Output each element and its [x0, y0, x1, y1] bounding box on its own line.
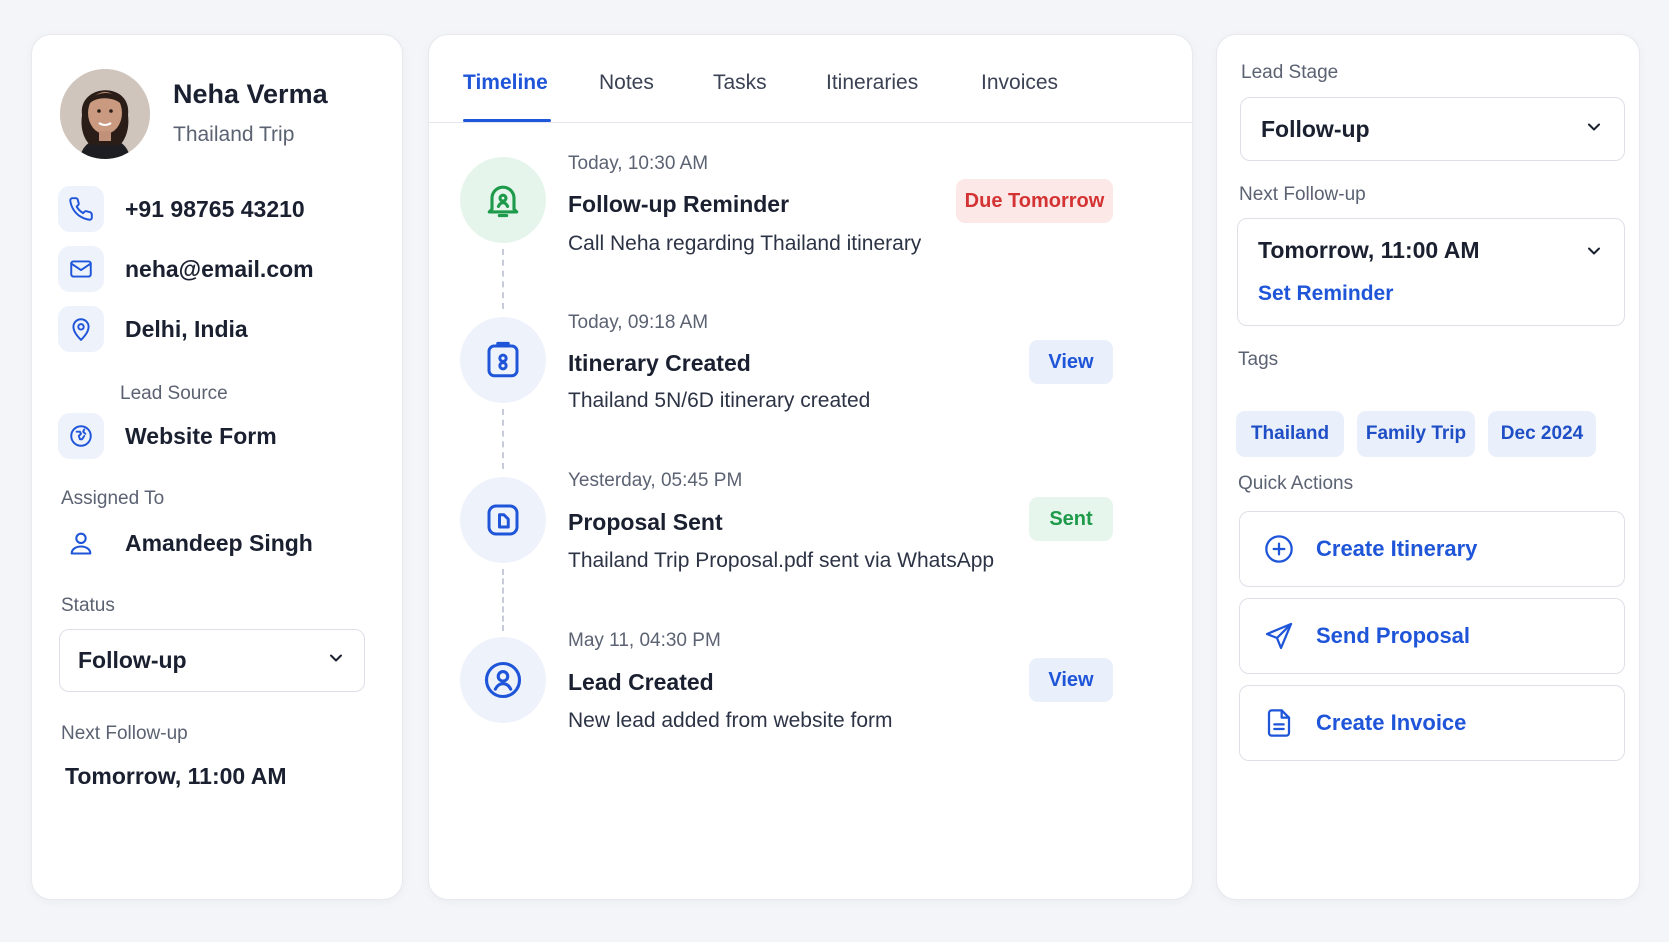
plus-circle-icon: [1262, 532, 1296, 566]
lead-details-card: Lead Stage Follow-up Next Follow-up Tomo…: [1216, 34, 1640, 900]
bell-icon: [460, 157, 546, 243]
lead-stage-label: Lead Stage: [1241, 62, 1339, 83]
lead-profile-card: Neha Verma Thailand Trip +91 98765 43210…: [31, 34, 403, 900]
lead-source-row: Website Form: [58, 413, 277, 459]
timeline-title: Lead Created: [568, 669, 714, 695]
timeline-connector: [502, 409, 504, 469]
next-followup-label: Next Follow-up: [1239, 184, 1366, 205]
timeline-connector: [502, 249, 504, 309]
timeline-title: Itinerary Created: [568, 350, 751, 376]
itinerary-icon: [460, 317, 546, 403]
chevron-down-icon: [326, 648, 346, 673]
next-followup-value: Tomorrow, 11:00 AM: [65, 763, 287, 789]
lead-trip: Thailand Trip: [173, 123, 295, 146]
timeline-title: Follow-up Reminder: [568, 191, 790, 217]
lead-stage-dropdown[interactable]: Follow-up: [1240, 97, 1625, 161]
timeline-connector: [502, 569, 504, 631]
tab-bar: Timeline Notes Tasks Itineraries Invoice…: [429, 35, 1192, 123]
sent-badge: Sent: [1029, 497, 1113, 541]
send-icon: [1262, 619, 1296, 653]
timeline-time: Today, 10:30 AM: [568, 153, 709, 174]
timeline-description: Thailand 5N/6D itinerary created: [568, 389, 871, 412]
set-reminder-link[interactable]: Set Reminder: [1258, 282, 1480, 306]
timeline-time: Today, 09:18 AM: [568, 312, 709, 333]
mail-icon: [58, 246, 104, 292]
phone-number: +91 98765 43210: [125, 195, 305, 222]
send-proposal-label: Send Proposal: [1316, 623, 1471, 648]
assigned-to-value: Amandeep Singh: [125, 529, 313, 556]
create-invoice-button[interactable]: Create Invoice: [1239, 685, 1625, 761]
tab-invoices[interactable]: Invoices: [981, 71, 1058, 95]
lead-stage-selected: Follow-up: [1261, 115, 1370, 142]
view-button[interactable]: View: [1029, 340, 1113, 384]
view-button[interactable]: View: [1029, 658, 1113, 702]
chevron-down-icon: [1584, 219, 1604, 266]
send-proposal-button[interactable]: Send Proposal: [1239, 598, 1625, 674]
active-tab-indicator: [463, 119, 551, 122]
tab-tasks[interactable]: Tasks: [713, 71, 767, 95]
phone-row[interactable]: +91 98765 43210: [58, 186, 305, 232]
phone-icon: [58, 186, 104, 232]
next-followup-dropdown[interactable]: Tomorrow, 11:00 AM Set Reminder: [1237, 218, 1625, 326]
user-icon: [58, 520, 104, 566]
tag-chip[interactable]: Family Trip: [1357, 411, 1475, 457]
status-selected: Follow-up: [78, 647, 187, 673]
status-label: Status: [61, 595, 115, 616]
timeline-time: May 11, 04:30 PM: [568, 630, 721, 651]
assigned-to-row: Amandeep Singh: [58, 520, 313, 566]
lead-source-label: Lead Source: [120, 383, 228, 404]
tab-itineraries[interactable]: Itineraries: [826, 71, 918, 95]
assigned-to-label: Assigned To: [61, 488, 165, 509]
lead-name: Neha Verma: [173, 79, 328, 109]
tab-timeline[interactable]: Timeline: [463, 71, 548, 95]
timeline-description: Call Neha regarding Thailand itinerary: [568, 232, 922, 255]
tag-chip[interactable]: Dec 2024: [1488, 411, 1596, 457]
avatar: [60, 69, 150, 159]
next-followup-label: Next Follow-up: [61, 723, 188, 744]
map-pin-icon: [58, 306, 104, 352]
user-circle-icon: [460, 637, 546, 723]
status-dropdown[interactable]: Follow-up: [59, 629, 365, 692]
next-followup-value: Tomorrow, 11:00 AM: [1258, 237, 1480, 263]
location-row: Delhi, India: [58, 306, 248, 352]
timeline-description: Thailand Trip Proposal.pdf sent via What…: [568, 549, 995, 572]
chevron-down-icon: [1584, 117, 1604, 142]
document-icon: [460, 477, 546, 563]
due-badge: Due Tomorrow: [956, 179, 1113, 223]
tag-chip[interactable]: Thailand: [1236, 411, 1344, 457]
tab-notes[interactable]: Notes: [599, 71, 654, 95]
create-itinerary-label: Create Itinerary: [1316, 536, 1478, 561]
quick-actions-label: Quick Actions: [1238, 473, 1354, 494]
timeline-description: New lead added from website form: [568, 709, 893, 732]
timeline-title: Proposal Sent: [568, 509, 723, 535]
lead-source-value: Website Form: [125, 422, 277, 449]
location: Delhi, India: [125, 315, 248, 342]
email-address: neha@email.com: [125, 255, 314, 282]
activity-card: Timeline Notes Tasks Itineraries Invoice…: [428, 34, 1193, 900]
globe-icon: [58, 413, 104, 459]
create-itinerary-button[interactable]: Create Itinerary: [1239, 511, 1625, 587]
timeline-time: Yesterday, 05:45 PM: [568, 470, 743, 491]
email-row[interactable]: neha@email.com: [58, 246, 314, 292]
invoice-icon: [1262, 706, 1296, 740]
create-invoice-label: Create Invoice: [1316, 710, 1467, 735]
tags-label: Tags: [1238, 349, 1279, 370]
